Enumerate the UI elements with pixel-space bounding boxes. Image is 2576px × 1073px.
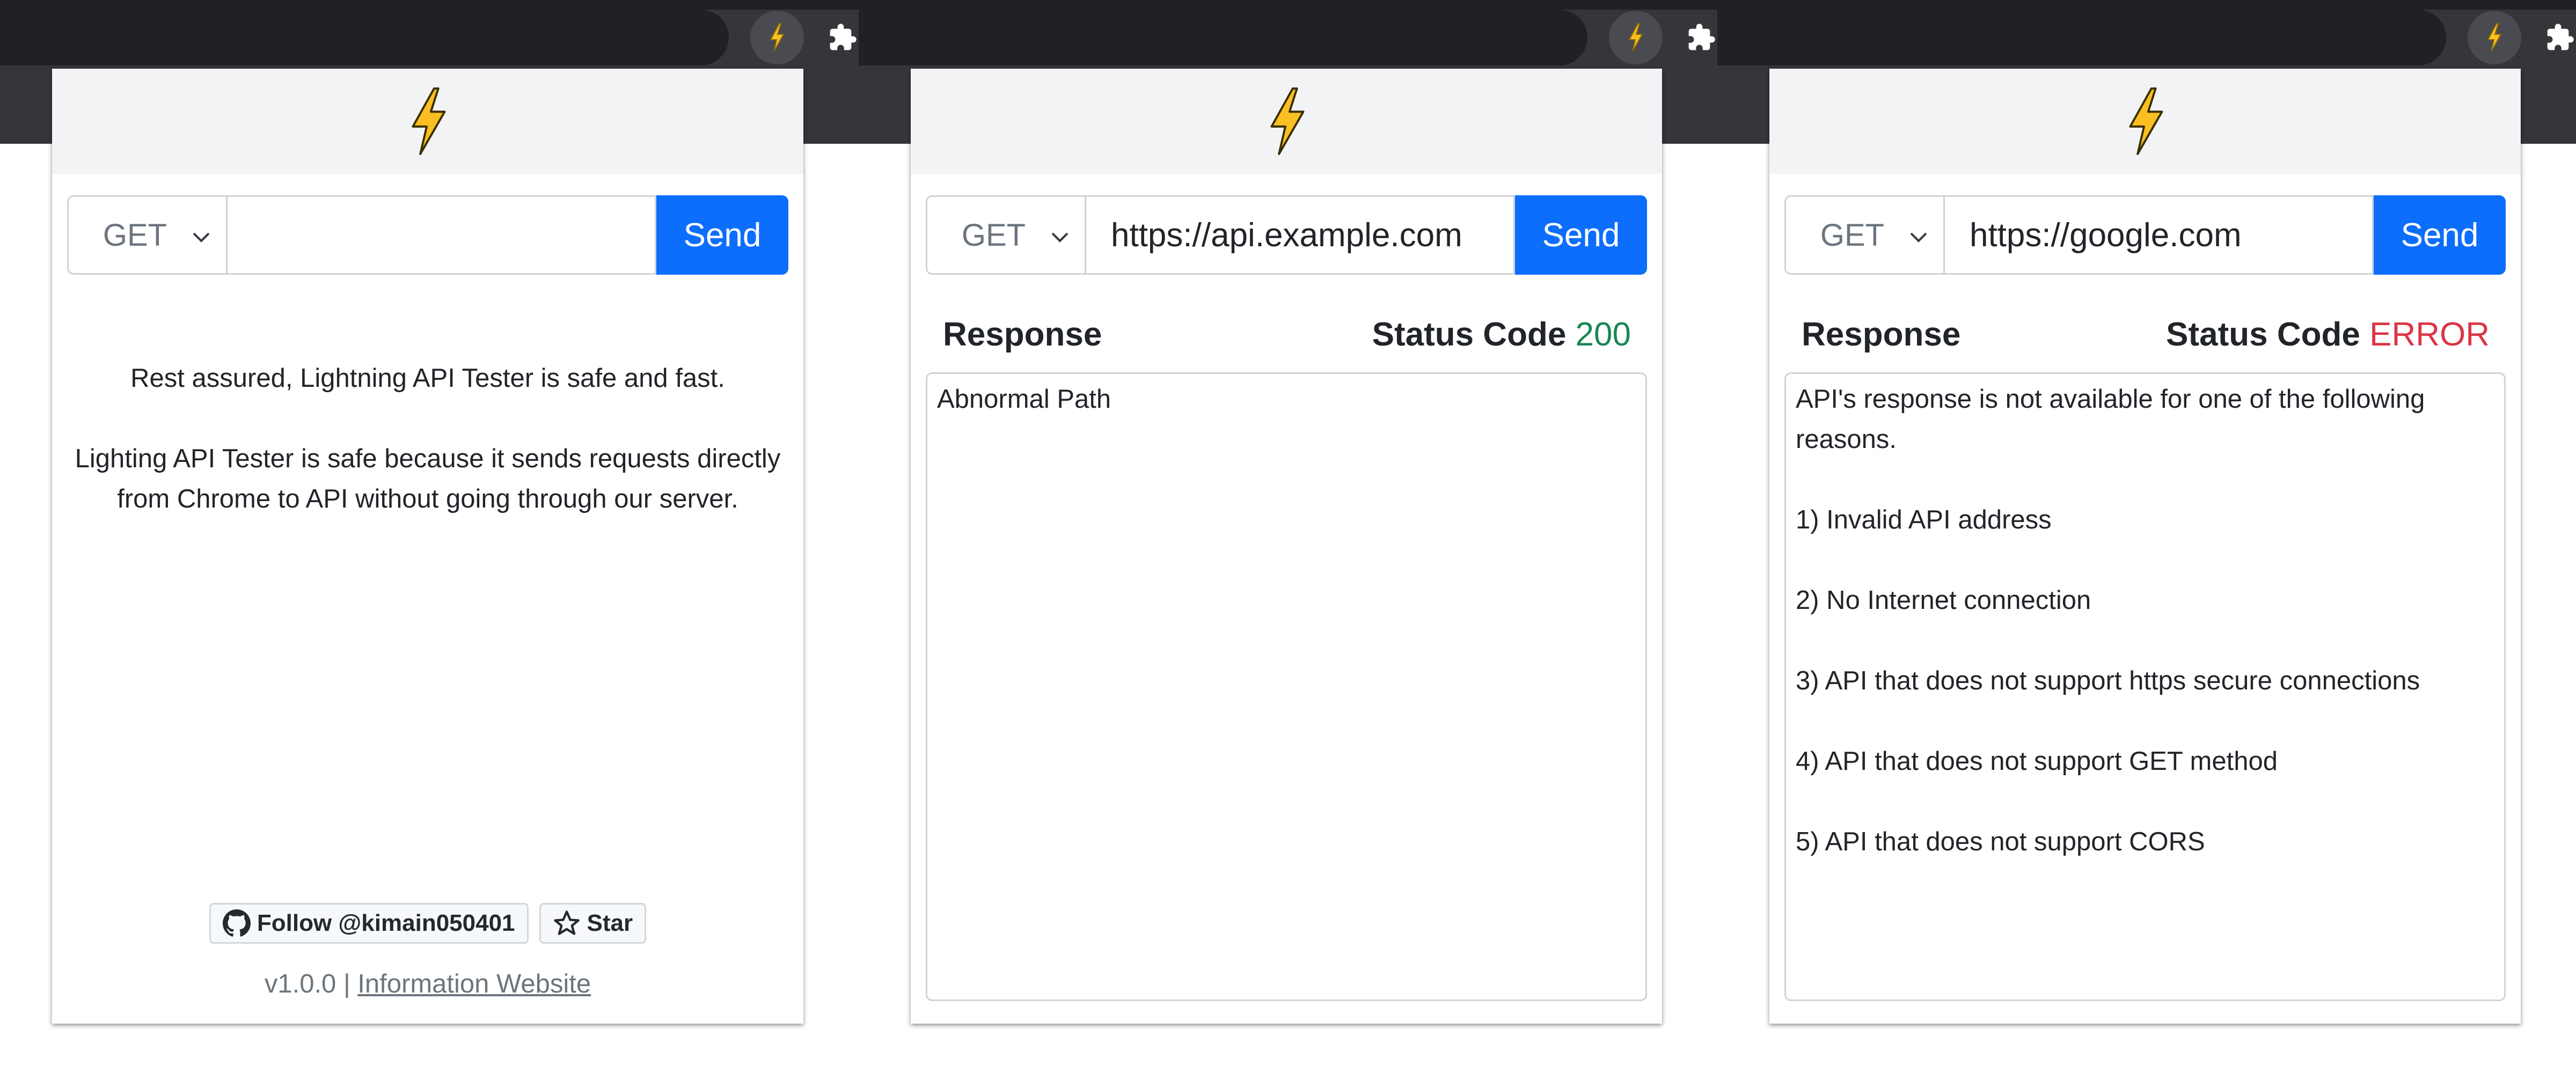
method-select[interactable]: GET [67, 195, 226, 275]
github-buttons: Follow @kimain050401 Star [52, 903, 803, 944]
lightning-bolt-icon [2487, 23, 2502, 52]
extension-popup-error: GET https://google.com Send Response Sta… [1769, 69, 2521, 1024]
chevron-down-icon [1051, 232, 1069, 242]
response-line: API's response is not available for one … [1796, 385, 2425, 414]
status-code-value: ERROR [2369, 315, 2490, 353]
chevron-down-icon [1910, 232, 1927, 242]
lightning-bolt-icon [1628, 23, 1643, 52]
intro-text: Rest assured, Lightning API Tester is sa… [52, 358, 803, 560]
lightning-bolt-icon [770, 23, 785, 52]
address-bar-3[interactable] [1717, 10, 2446, 65]
request-bar: GET https://api.example.com Send [926, 195, 1647, 275]
response-line: 3) API that does not support https secur… [1796, 666, 2420, 695]
status-code-label: Status Code [1372, 315, 1567, 353]
github-star-button[interactable]: Star [539, 903, 647, 944]
response-header: Response Status Code ERROR [1802, 310, 2490, 358]
github-follow-button[interactable]: Follow @kimain050401 [209, 903, 529, 944]
url-input[interactable]: https://google.com [1943, 195, 2374, 275]
response-line [1796, 460, 2494, 500]
popup-header [911, 69, 1662, 174]
extensions-puzzle-icon-1[interactable] [825, 20, 860, 55]
response-line: 4) API that does not support GET method [1796, 747, 2278, 776]
url-input[interactable]: https://api.example.com [1085, 195, 1515, 275]
version-footer: v1.0.0 | Information Website [52, 969, 803, 999]
method-select[interactable]: GET [1784, 195, 1943, 275]
url-input[interactable] [226, 195, 656, 275]
information-website-link[interactable]: Information Website [357, 969, 591, 998]
address-bar-1[interactable] [0, 10, 729, 65]
response-label: Response [1802, 315, 1961, 353]
address-bar-2[interactable] [859, 10, 1587, 65]
intro-paragraph: Lighting API Tester is safe because it s… [75, 444, 781, 513]
method-value: GET [103, 217, 167, 253]
popup-header [52, 69, 803, 174]
response-line: 2) No Internet connection [1796, 586, 2091, 615]
tab-strip [0, 0, 2576, 10]
status-code: Status Code 200 [1372, 315, 1631, 354]
send-button[interactable]: Send [656, 195, 788, 275]
chevron-down-icon [193, 232, 210, 242]
extension-lightning-button-1[interactable] [750, 11, 804, 64]
star-label: Star [587, 910, 633, 936]
github-icon [222, 909, 251, 937]
response-line: Abnormal Path [937, 385, 1111, 414]
lightning-logo-icon [412, 87, 446, 156]
response-line: 1) Invalid API address [1796, 505, 2052, 534]
method-select[interactable]: GET [926, 195, 1085, 275]
response-line: reasons. [1796, 425, 1897, 454]
request-bar: GET Send [67, 195, 788, 275]
follow-label: Follow @kimain050401 [257, 910, 515, 936]
intro-paragraph: Rest assured, Lightning API Tester is sa… [130, 364, 725, 393]
response-body[interactable]: API's response is not available for one … [1784, 372, 2506, 1001]
status-code: Status Code ERROR [2166, 315, 2490, 354]
extension-lightning-button-2[interactable] [1609, 11, 1663, 64]
footer-separator: | [343, 969, 350, 998]
method-value: GET [1820, 217, 1885, 253]
method-value: GET [961, 217, 1026, 253]
status-code-value: 200 [1575, 315, 1631, 353]
send-button[interactable]: Send [2374, 195, 2506, 275]
extensions-puzzle-icon-2[interactable] [1684, 20, 1718, 55]
response-line [1796, 782, 2494, 822]
response-header: Response Status Code 200 [943, 310, 1631, 358]
status-code-label: Status Code [2166, 315, 2360, 353]
extensions-puzzle-icon-3[interactable] [2543, 20, 2576, 55]
response-body[interactable]: Abnormal Path [926, 372, 1647, 1001]
lightning-logo-icon [2129, 87, 2163, 156]
response-line: 5) API that does not support CORS [1796, 827, 2205, 856]
lightning-logo-icon [1270, 87, 1305, 156]
extension-lightning-button-3[interactable] [2468, 11, 2521, 64]
star-icon [553, 910, 580, 935]
response-line [1796, 621, 2494, 661]
send-button[interactable]: Send [1515, 195, 1647, 275]
response-line [1796, 540, 2494, 580]
extension-popup-success: GET https://api.example.com Send Respons… [911, 69, 1662, 1024]
popup-header [1769, 69, 2521, 174]
request-bar: GET https://google.com Send [1784, 195, 2506, 275]
extension-popup-initial: GET Send Rest assured, Lightning API Tes… [52, 69, 803, 1024]
version-text: v1.0.0 [264, 969, 336, 998]
response-label: Response [943, 315, 1102, 353]
response-line [1796, 701, 2494, 741]
